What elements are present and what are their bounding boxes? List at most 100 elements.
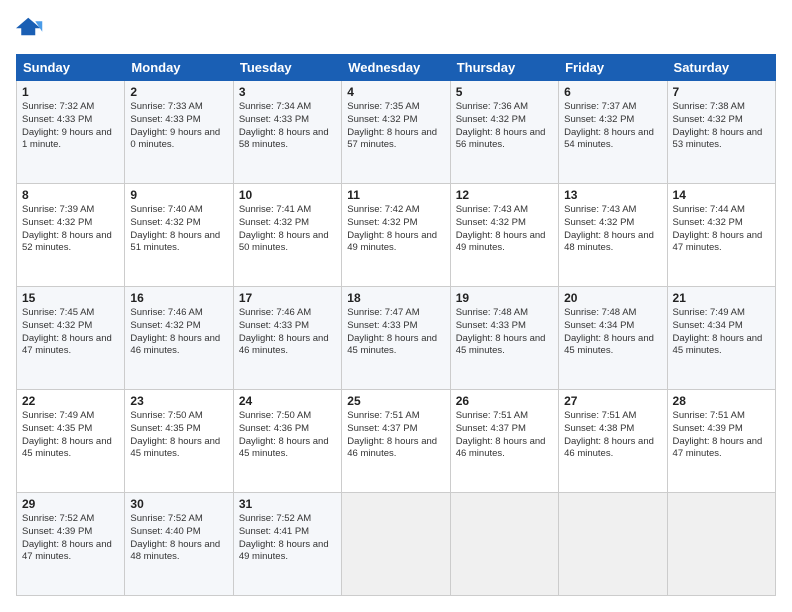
day-number: 14 [673,188,770,202]
day-number: 8 [22,188,119,202]
day-number: 1 [22,85,119,99]
cell-2-7: 14 Sunrise: 7:44 AMSunset: 4:32 PMDayligh… [667,184,775,287]
cell-3-1: 15 Sunrise: 7:45 AMSunset: 4:32 PMDayligh… [17,287,125,390]
day-number: 11 [347,188,444,202]
cell-1-2: 2Sunrise: 7:33 AMSunset: 4:33 PMDaylight… [125,81,233,184]
col-header-friday: Friday [559,55,667,81]
cell-content: Sunrise: 7:49 AMSunset: 4:34 PMDaylight:… [673,307,770,358]
cell-4-2: 23 Sunrise: 7:50 AMSunset: 4:35 PMDayligh… [125,390,233,493]
cell-content: Sunrise: 7:43 AMSunset: 4:32 PMDaylight:… [456,204,553,255]
page: SundayMondayTuesdayWednesdayThursdayFrid… [0,0,792,612]
day-number: 9 [130,188,227,202]
col-header-monday: Monday [125,55,233,81]
cell-4-5: 26 Sunrise: 7:51 AMSunset: 4:37 PMDayligh… [450,390,558,493]
cell-content: Sunrise: 7:49 AMSunset: 4:35 PMDaylight:… [22,410,119,461]
cell-content: Sunrise: 7:48 AMSunset: 4:34 PMDaylight:… [564,307,661,358]
cell-2-2: 9Sunrise: 7:40 AMSunset: 4:32 PMDaylight… [125,184,233,287]
logo-icon [16,16,44,44]
cell-4-1: 22 Sunrise: 7:49 AMSunset: 4:35 PMDayligh… [17,390,125,493]
cell-content: Sunrise: 7:39 AMSunset: 4:32 PMDaylight:… [22,204,119,255]
logo [16,16,46,44]
cell-5-1: 29 Sunrise: 7:52 AMSunset: 4:39 PMDayligh… [17,493,125,596]
cell-2-4: 11 Sunrise: 7:42 AMSunset: 4:32 PMDayligh… [342,184,450,287]
week-row-5: 29 Sunrise: 7:52 AMSunset: 4:39 PMDayligh… [17,493,776,596]
cell-content: Sunrise: 7:51 AMSunset: 4:37 PMDaylight:… [456,410,553,461]
cell-5-5 [450,493,558,596]
header [16,16,776,44]
day-number: 22 [22,394,119,408]
cell-content: Sunrise: 7:47 AMSunset: 4:33 PMDaylight:… [347,307,444,358]
day-number: 24 [239,394,336,408]
day-number: 19 [456,291,553,305]
cell-content: Sunrise: 7:44 AMSunset: 4:32 PMDaylight:… [673,204,770,255]
col-header-saturday: Saturday [667,55,775,81]
cell-content: Sunrise: 7:52 AMSunset: 4:41 PMDaylight:… [239,513,336,564]
cell-content: Sunrise: 7:51 AMSunset: 4:38 PMDaylight:… [564,410,661,461]
day-number: 6 [564,85,661,99]
day-number: 12 [456,188,553,202]
day-number: 29 [22,497,119,511]
cell-content: Sunrise: 7:50 AMSunset: 4:35 PMDaylight:… [130,410,227,461]
cell-content: Sunrise: 7:50 AMSunset: 4:36 PMDaylight:… [239,410,336,461]
week-row-2: 8 Sunrise: 7:39 AMSunset: 4:32 PMDaylight… [17,184,776,287]
cell-content: Sunrise: 7:37 AMSunset: 4:32 PMDaylight:… [564,101,661,152]
cell-content: Sunrise: 7:42 AMSunset: 4:32 PMDaylight:… [347,204,444,255]
cell-3-4: 18Sunrise: 7:47 AMSunset: 4:33 PMDayligh… [342,287,450,390]
cell-content: Sunrise: 7:51 AMSunset: 4:37 PMDaylight:… [347,410,444,461]
cell-4-4: 25 Sunrise: 7:51 AMSunset: 4:37 PMDayligh… [342,390,450,493]
day-number: 26 [456,394,553,408]
day-number: 10 [239,188,336,202]
cell-1-1: 1 Sunrise: 7:32 AMSunset: 4:33 PMDaylight… [17,81,125,184]
cell-1-3: 3Sunrise: 7:34 AMSunset: 4:33 PMDaylight… [233,81,341,184]
day-number: 30 [130,497,227,511]
col-header-thursday: Thursday [450,55,558,81]
day-number: 25 [347,394,444,408]
day-number: 21 [673,291,770,305]
day-number: 7 [673,85,770,99]
day-number: 17 [239,291,336,305]
cell-4-6: 27 Sunrise: 7:51 AMSunset: 4:38 PMDayligh… [559,390,667,493]
day-number: 15 [22,291,119,305]
week-row-4: 22 Sunrise: 7:49 AMSunset: 4:35 PMDayligh… [17,390,776,493]
day-number: 28 [673,394,770,408]
cell-content: Sunrise: 7:43 AMSunset: 4:32 PMDaylight:… [564,204,661,255]
cell-content: Sunrise: 7:52 AMSunset: 4:40 PMDaylight:… [130,513,227,564]
cell-content: Sunrise: 7:32 AMSunset: 4:33 PMDaylight:… [22,101,119,152]
cell-5-4 [342,493,450,596]
cell-2-1: 8 Sunrise: 7:39 AMSunset: 4:32 PMDaylight… [17,184,125,287]
cell-2-6: 13 Sunrise: 7:43 AMSunset: 4:32 PMDayligh… [559,184,667,287]
cell-content: Sunrise: 7:34 AMSunset: 4:33 PMDaylight:… [239,101,336,152]
week-row-3: 15 Sunrise: 7:45 AMSunset: 4:32 PMDayligh… [17,287,776,390]
col-header-sunday: Sunday [17,55,125,81]
cell-1-5: 5Sunrise: 7:36 AMSunset: 4:32 PMDaylight… [450,81,558,184]
calendar-table: SundayMondayTuesdayWednesdayThursdayFrid… [16,54,776,596]
cell-5-3: 31 Sunrise: 7:52 AMSunset: 4:41 PMDayligh… [233,493,341,596]
cell-2-5: 12 Sunrise: 7:43 AMSunset: 4:32 PMDayligh… [450,184,558,287]
cell-1-7: 7 Sunrise: 7:38 AMSunset: 4:32 PMDaylight… [667,81,775,184]
col-header-wednesday: Wednesday [342,55,450,81]
day-number: 16 [130,291,227,305]
cell-5-6 [559,493,667,596]
cell-content: Sunrise: 7:46 AMSunset: 4:32 PMDaylight:… [130,307,227,358]
cell-4-3: 24 Sunrise: 7:50 AMSunset: 4:36 PMDayligh… [233,390,341,493]
col-header-tuesday: Tuesday [233,55,341,81]
day-number: 23 [130,394,227,408]
cell-content: Sunrise: 7:41 AMSunset: 4:32 PMDaylight:… [239,204,336,255]
week-row-1: 1 Sunrise: 7:32 AMSunset: 4:33 PMDaylight… [17,81,776,184]
cell-content: Sunrise: 7:48 AMSunset: 4:33 PMDaylight:… [456,307,553,358]
day-number: 13 [564,188,661,202]
cell-content: Sunrise: 7:38 AMSunset: 4:32 PMDaylight:… [673,101,770,152]
cell-content: Sunrise: 7:45 AMSunset: 4:32 PMDaylight:… [22,307,119,358]
cell-4-7: 28Sunrise: 7:51 AMSunset: 4:39 PMDayligh… [667,390,775,493]
cell-content: Sunrise: 7:52 AMSunset: 4:39 PMDaylight:… [22,513,119,564]
header-row: SundayMondayTuesdayWednesdayThursdayFrid… [17,55,776,81]
cell-content: Sunrise: 7:36 AMSunset: 4:32 PMDaylight:… [456,101,553,152]
cell-5-2: 30 Sunrise: 7:52 AMSunset: 4:40 PMDayligh… [125,493,233,596]
cell-content: Sunrise: 7:46 AMSunset: 4:33 PMDaylight:… [239,307,336,358]
cell-content: Sunrise: 7:33 AMSunset: 4:33 PMDaylight:… [130,101,227,152]
cell-3-7: 21 Sunrise: 7:49 AMSunset: 4:34 PMDayligh… [667,287,775,390]
day-number: 27 [564,394,661,408]
cell-3-5: 19 Sunrise: 7:48 AMSunset: 4:33 PMDayligh… [450,287,558,390]
day-number: 31 [239,497,336,511]
cell-3-2: 16 Sunrise: 7:46 AMSunset: 4:32 PMDayligh… [125,287,233,390]
